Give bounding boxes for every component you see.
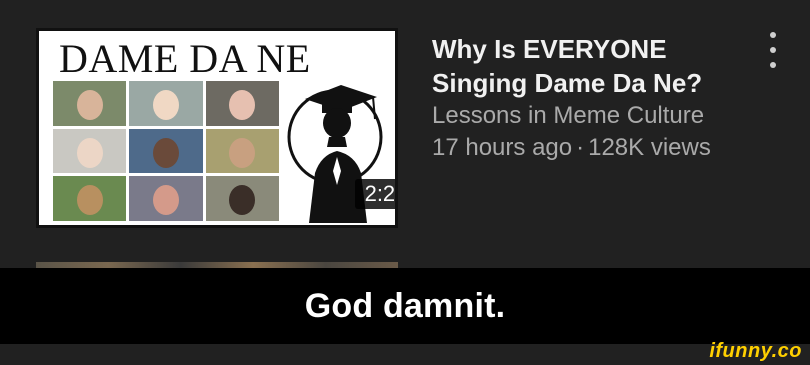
meme-caption-bar: God damnit. bbox=[0, 268, 810, 344]
vertical-dots-icon bbox=[770, 32, 776, 38]
more-options-button[interactable] bbox=[763, 32, 783, 68]
thumbnail-title-text: DAME DA NE bbox=[59, 36, 311, 81]
thumbnail-face-cell bbox=[205, 176, 279, 221]
video-meta: 17 hours ago · 128K views bbox=[432, 132, 752, 164]
thumbnail-face-cell bbox=[129, 176, 203, 221]
thumbnail-face-cell bbox=[129, 81, 203, 126]
meme-caption: God damnit. bbox=[304, 286, 506, 325]
video-info[interactable]: Why Is EVERYONE Singing Dame Da Ne? Less… bbox=[432, 32, 752, 164]
vertical-dots-icon bbox=[770, 62, 776, 68]
thumbnail-face-cell bbox=[53, 176, 127, 221]
video-list-item[interactable]: DAME DA NE 2:21 Why Is EVERYONE Singing … bbox=[0, 0, 810, 268]
ifunny-watermark: ifunny.co bbox=[709, 340, 802, 362]
upload-time: 17 hours ago bbox=[432, 134, 573, 161]
thumbnail-face-cell bbox=[53, 128, 127, 174]
channel-name[interactable]: Lessons in Meme Culture bbox=[432, 100, 752, 132]
thumbnail-face-grid bbox=[53, 81, 279, 221]
meta-separator: · bbox=[576, 134, 585, 161]
vertical-dots-icon bbox=[770, 47, 776, 53]
thumbnail-face-cell bbox=[205, 81, 279, 126]
video-thumbnail[interactable]: DAME DA NE 2:21 bbox=[36, 28, 398, 228]
thumbnail-face-cell bbox=[53, 81, 127, 126]
video-title[interactable]: Why Is EVERYONE Singing Dame Da Ne? bbox=[432, 32, 752, 100]
thumbnail-face-cell bbox=[205, 128, 279, 174]
view-count: 128K views bbox=[588, 134, 711, 161]
thumbnail-face-cell bbox=[129, 128, 203, 174]
duration-badge: 2:21 bbox=[355, 179, 395, 209]
footer-strip: ifunny.co bbox=[0, 340, 810, 365]
